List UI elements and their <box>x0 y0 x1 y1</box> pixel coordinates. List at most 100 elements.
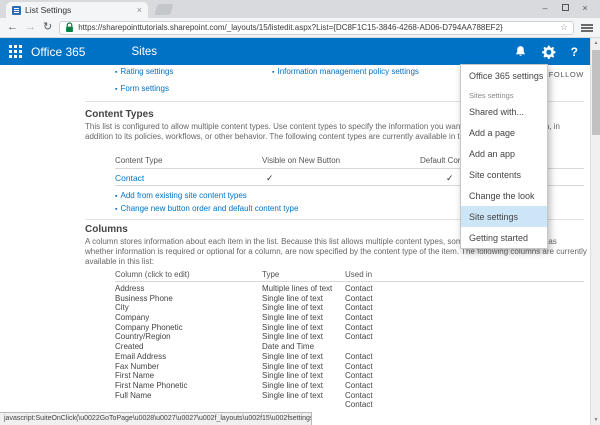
table-row: Country/Region Single line of text Contact <box>0 332 592 342</box>
menu-item-add-an-app[interactable]: Add an app <box>461 143 547 164</box>
column-used-in: Contact <box>345 323 373 333</box>
change-new-button-order-link[interactable]: ▪Change new button order and default con… <box>115 204 298 213</box>
office365-brand[interactable]: Office 365 <box>31 45 85 59</box>
add-existing-content-types-link[interactable]: ▪Add from existing site content types <box>115 191 247 200</box>
bullet-icon: ▪ <box>115 86 117 93</box>
content-type-contact-link[interactable]: Contact <box>115 173 144 183</box>
menu-item-office365-settings[interactable]: Office 365 settings <box>461 65 547 86</box>
bullet-icon: ▪ <box>115 193 117 200</box>
column-name-link[interactable]: First Name <box>115 371 154 381</box>
column-type: Single line of text <box>262 332 323 342</box>
default-check-icon: ✓ <box>446 173 454 184</box>
column-type: Single line of text <box>262 313 323 323</box>
help-icon[interactable]: ? <box>571 46 578 58</box>
column-name-link[interactable]: City <box>115 303 129 313</box>
table-row: First Name Single line of text Contact <box>0 371 592 381</box>
column-used-in: Contact <box>345 303 373 313</box>
header-visible-on-new-button: Visible on New Button <box>262 156 340 165</box>
back-icon[interactable]: ← <box>7 22 18 33</box>
column-type: Single line of text <box>262 303 323 313</box>
follow-label: FOLLOW <box>549 70 584 79</box>
column-name-link[interactable]: Full Name <box>115 391 151 401</box>
https-lock-icon <box>65 22 74 33</box>
menu-item-getting-started[interactable]: Getting started <box>461 227 547 248</box>
browser-tab[interactable]: List Settings × <box>6 2 148 18</box>
column-type: Multiple lines of text <box>262 284 332 294</box>
rating-settings-label: Rating settings <box>120 67 173 76</box>
header-used-in: Used in <box>345 270 372 279</box>
scroll-up-button[interactable]: ▲ <box>591 38 600 48</box>
menu-item-site-settings[interactable]: Site settings <box>461 206 547 227</box>
info-mgmt-policy-label: Information management policy settings <box>277 67 418 76</box>
column-name-link[interactable]: First Name Phonetic <box>115 381 187 391</box>
header-content-type: Content Type <box>115 156 162 165</box>
table-row: Fax NumberSingle line of textContact <box>0 362 592 372</box>
scrollbar-thumb[interactable] <box>592 50 600 135</box>
menu-item-site-contents[interactable]: Site contents <box>461 164 547 185</box>
menu-group-sites-settings: Sites settings <box>461 86 547 101</box>
table-row: First Name Phonetic Single line of text Co… <box>0 381 592 391</box>
column-type: Single line of text <box>262 323 323 333</box>
minimize-button[interactable]: – <box>535 1 555 15</box>
scrollbar[interactable]: ▲ ▼ <box>590 38 600 425</box>
menu-item-change-the-look[interactable]: Change the look <box>461 185 547 206</box>
sites-nav-link[interactable]: Sites <box>131 46 157 58</box>
browser-menu-icon[interactable] <box>581 24 593 32</box>
url-text: https://sharepointtutorials.sharepoint.c… <box>78 23 556 32</box>
column-type: Single line of text <box>262 381 323 391</box>
header-column-click-to-edit: Column (click to edit) <box>115 270 190 279</box>
close-button[interactable]: × <box>575 1 595 15</box>
rating-settings-link[interactable]: ▪Rating settings <box>115 67 173 76</box>
app-launcher-icon[interactable] <box>9 45 22 58</box>
bullet-icon: ▪ <box>115 69 117 76</box>
new-tab-button[interactable] <box>154 4 174 15</box>
address-bar[interactable]: https://sharepointtutorials.sharepoint.c… <box>59 21 574 35</box>
maximize-button[interactable] <box>555 1 575 15</box>
table-row: Company Single line of text Contact <box>0 313 592 323</box>
column-type: Single line of text <box>262 371 323 381</box>
column-name-link[interactable]: Email Address <box>115 352 166 362</box>
table-row: Business PhoneSingle line of textContact <box>0 294 592 304</box>
menu-item-add-a-page[interactable]: Add a page <box>461 122 547 143</box>
column-name-link[interactable]: Created <box>115 342 143 352</box>
gear-menu-items: Shared with...Add a pageAdd an appSite c… <box>461 101 547 248</box>
table-row: City Single line of text Contact <box>0 303 592 313</box>
sharepoint-favicon-icon <box>12 6 21 15</box>
column-used-in: Contact <box>345 400 373 410</box>
column-type: Single line of text <box>262 352 323 362</box>
gear-dropdown-menu: Office 365 settings Sites settings Share… <box>460 64 548 249</box>
column-used-in: Contact <box>345 381 373 391</box>
status-bar: javascript:SuiteOnClick(\u0022GoToPage\u… <box>0 412 312 425</box>
column-name-link[interactable]: Business Phone <box>115 294 173 304</box>
suite-bar-icons: ? <box>514 45 592 59</box>
column-used-in: Contact <box>345 313 373 323</box>
column-used-in: Contact <box>345 284 373 294</box>
bookmark-star-icon[interactable]: ☆ <box>560 23 568 32</box>
table-row: Created Date and Time <box>0 342 592 352</box>
column-used-in: Contact <box>345 294 373 304</box>
window-controls: – × <box>535 1 595 15</box>
menu-item-shared-with[interactable]: Shared with... <box>461 101 547 122</box>
column-name-link[interactable]: Fax Number <box>115 362 159 372</box>
columns-heading: Columns <box>85 224 128 235</box>
column-name-link[interactable]: Company Phonetic <box>115 323 183 333</box>
column-used-in: Contact <box>345 332 373 342</box>
scroll-down-button[interactable]: ▼ <box>591 415 600 425</box>
notifications-bell-icon[interactable] <box>514 45 527 58</box>
settings-gear-icon[interactable] <box>542 45 556 59</box>
info-mgmt-policy-link[interactable]: ▪Information management policy settings <box>272 67 419 76</box>
column-name-link[interactable]: Company <box>115 313 149 323</box>
tab-close-icon[interactable]: × <box>137 6 142 15</box>
maximize-icon <box>562 4 569 11</box>
columns-table-header: Column (click to edit) Type Used in <box>0 270 592 280</box>
refresh-icon[interactable]: ↻ <box>43 22 52 33</box>
column-name-link[interactable]: Address <box>115 284 144 294</box>
table-row: Email AddressSingle line of textContact <box>0 352 592 362</box>
form-settings-label: Form settings <box>120 84 168 93</box>
column-used-in: Contact <box>345 371 373 381</box>
form-settings-link[interactable]: ▪Form settings <box>115 84 169 93</box>
column-type: Date and Time <box>262 342 314 352</box>
column-type: Single line of text <box>262 362 323 372</box>
column-name-link[interactable]: Country/Region <box>115 332 171 342</box>
forward-icon[interactable]: → <box>25 22 36 33</box>
